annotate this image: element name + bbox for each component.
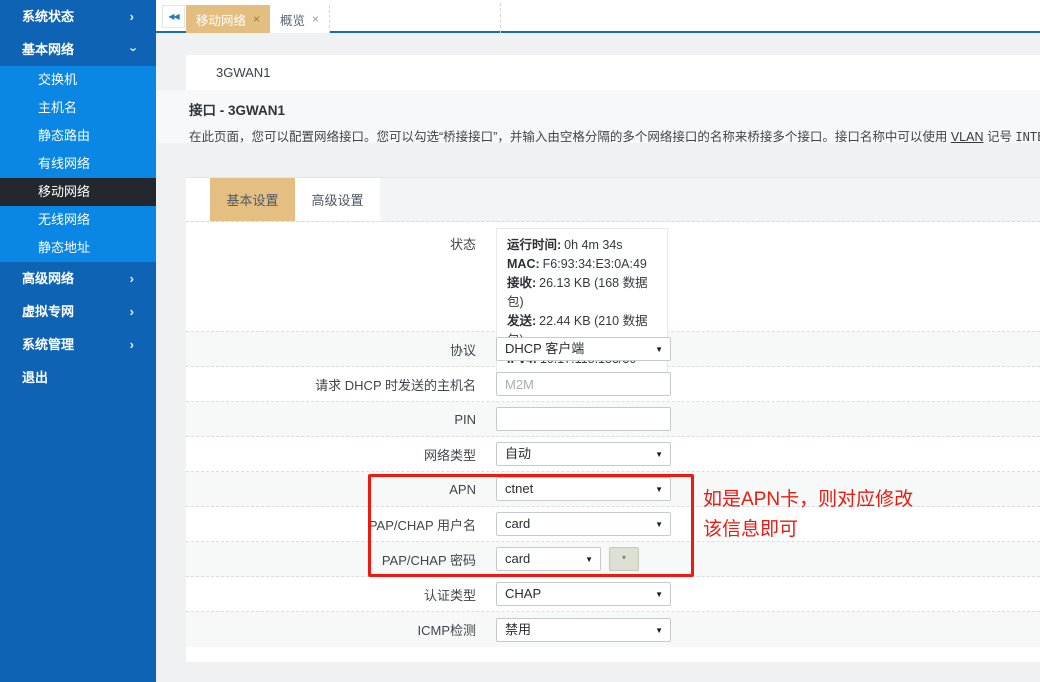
asterisk-icon: *: [622, 554, 626, 564]
status-row: 状态 运行时间:0h 4m 34s MAC:F6:93:34:E3:0A:49 …: [186, 222, 1040, 332]
main-area: ◀◀ 移动网络 × 概览 × 3GWAN1 接口 - 3GWAN1 在此页面，您…: [156, 0, 1040, 682]
status-line: 运行时间:0h 4m 34s: [507, 236, 657, 255]
sidebar-item-vpn[interactable]: 虚拟专网 ›: [0, 295, 156, 328]
chevron-down-icon: ▼: [655, 338, 663, 361]
collapse-tabs-button[interactable]: ◀◀: [162, 5, 185, 28]
field-label: 协议: [186, 340, 486, 359]
tab-mobile-network[interactable]: 移动网络 ×: [186, 5, 270, 33]
interface-description-block: 接口 - 3GWAN1 在此页面，您可以配置网络接口。您可以勾选“桥接接口”，并…: [156, 90, 1040, 143]
tab-label: 概览: [280, 10, 305, 29]
section-band-title: 3GWAN1: [216, 65, 270, 80]
sidebar-item-static-address[interactable]: 静态地址: [0, 234, 156, 262]
icmp-detect-row: ICMP检测 禁用 ▼: [186, 612, 1040, 647]
chevron-down-icon: ▼: [655, 619, 663, 642]
icmp-detect-select[interactable]: 禁用 ▼: [496, 618, 671, 642]
select-value: card: [505, 516, 530, 531]
chevron-right-icon: ›: [130, 328, 134, 361]
sidebar-submenu: 交换机 主机名 静态路由 有线网络 移动网络 无线网络 静态地址: [0, 66, 156, 262]
field-label: ICMP检测: [186, 620, 486, 639]
chevron-down-icon: ▼: [585, 548, 593, 571]
dhcp-hostname-row: 请求 DHCP 时发送的主机名: [186, 367, 1040, 402]
chevron-down-icon: ▼: [655, 583, 663, 606]
chevron-down-icon: ▼: [655, 478, 663, 501]
sidebar-item-system-management[interactable]: 系统管理 ›: [0, 328, 156, 361]
tab-label: 移动网络: [196, 10, 246, 29]
field-label: 认证类型: [186, 585, 486, 604]
collapse-icon: ◀◀: [168, 12, 178, 21]
sidebar-item-label: 基本网络: [22, 42, 74, 57]
chevron-right-icon: ›: [130, 295, 134, 328]
auth-type-row: 认证类型 CHAP ▼: [186, 577, 1040, 612]
dhcp-hostname-input[interactable]: [496, 372, 671, 396]
tab-basic-settings[interactable]: 基本设置: [210, 178, 295, 221]
sidebar-item-basic-network[interactable]: 基本网络 ›: [0, 33, 156, 66]
sidebar-item-switch[interactable]: 交换机: [0, 66, 156, 94]
field-label: 状态: [186, 222, 486, 253]
pap-chap-password-row: PAP/CHAP 密码 card ▼ *: [186, 542, 1040, 577]
tabstrip-lead: [186, 178, 210, 221]
vlan-link[interactable]: VLAN: [951, 130, 984, 144]
field-label: 网络类型: [186, 445, 486, 464]
apn-row: APN ctnet ▼: [186, 472, 1040, 507]
close-icon[interactable]: ×: [253, 12, 260, 26]
sidebar-item-label: 高级网络: [22, 271, 74, 286]
interface-code-text: INTERFACE.: [1015, 130, 1040, 144]
auth-type-select[interactable]: CHAP ▼: [496, 582, 671, 606]
settings-card: 基本设置 高级设置 状态 运行时间:0h 4m 34s MAC:F6:93:34…: [186, 177, 1040, 662]
select-value: card: [505, 551, 530, 566]
network-type-row: 网络类型 自动 ▼: [186, 437, 1040, 472]
chevron-right-icon: ›: [130, 262, 134, 295]
select-value: CHAP: [505, 586, 541, 601]
status-line: MAC:F6:93:34:E3:0A:49: [507, 255, 657, 274]
pap-chap-username-row: PAP/CHAP 用户名 card ▼: [186, 507, 1040, 542]
select-value: 禁用: [505, 622, 531, 637]
status-line: 接收:26.13 KB (168 数据包): [507, 274, 657, 312]
sidebar-item-system-status[interactable]: 系统状态 ›: [0, 0, 156, 33]
sidebar-item-wired-network[interactable]: 有线网络: [0, 150, 156, 178]
chevron-down-icon: ▼: [655, 513, 663, 536]
tab-overview[interactable]: 概览 ×: [270, 5, 330, 33]
description-text: 记号: [983, 130, 1015, 144]
description-text: 在此页面，您可以配置网络接口。您可以勾选“桥接接口”，并输入由空格分隔的多个网络…: [189, 130, 951, 144]
settings-tabstrip: 基本设置 高级设置: [186, 177, 1040, 222]
sidebar-item-logout[interactable]: 退出: [0, 361, 156, 394]
sidebar-item-label: 系统管理: [22, 337, 74, 352]
select-value: 自动: [505, 446, 531, 461]
tabbar-divider: [500, 3, 501, 33]
field-label: PAP/CHAP 用户名: [186, 515, 486, 534]
pin-input[interactable]: [496, 407, 671, 431]
chevron-down-icon: ›: [117, 47, 150, 51]
sidebar-item-hostname[interactable]: 主机名: [0, 94, 156, 122]
close-icon[interactable]: ×: [312, 12, 319, 26]
pap-chap-username-select[interactable]: card ▼: [496, 512, 671, 536]
sidebar-item-static-routes[interactable]: 静态路由: [0, 122, 156, 150]
document-tabbar: ◀◀ 移动网络 × 概览 ×: [156, 0, 1040, 33]
page-description: 在此页面，您可以配置网络接口。您可以勾选“桥接接口”，并输入由空格分隔的多个网络…: [189, 126, 1040, 145]
sidebar-item-wireless-network[interactable]: 无线网络: [0, 206, 156, 234]
pin-row: PIN: [186, 402, 1040, 437]
field-label: 请求 DHCP 时发送的主机名: [186, 375, 486, 394]
field-label: PIN: [186, 412, 486, 427]
page-title: 接口 - 3GWAN1: [189, 99, 1040, 119]
select-value: DHCP 客户端: [505, 341, 584, 356]
sidebar: 系统状态 › 基本网络 › 交换机 主机名 静态路由 有线网络 移动网络 无线网…: [0, 0, 156, 682]
sidebar-item-advanced-network[interactable]: 高级网络 ›: [0, 262, 156, 295]
tab-advanced-settings[interactable]: 高级设置: [295, 178, 380, 221]
select-value: ctnet: [505, 481, 533, 496]
reveal-password-button[interactable]: *: [609, 547, 639, 571]
field-label: PAP/CHAP 密码: [186, 550, 486, 569]
pap-chap-password-select[interactable]: card ▼: [496, 547, 601, 571]
content-area: 3GWAN1 接口 - 3GWAN1 在此页面，您可以配置网络接口。您可以勾选“…: [156, 35, 1040, 682]
section-band: 3GWAN1: [186, 55, 1040, 90]
apn-select[interactable]: ctnet ▼: [496, 477, 671, 501]
protocol-select[interactable]: DHCP 客户端 ▼: [496, 337, 671, 361]
sidebar-item-mobile-network[interactable]: 移动网络: [0, 178, 156, 206]
sidebar-item-label: 虚拟专网: [22, 304, 74, 319]
field-label: APN: [186, 482, 486, 497]
network-type-select[interactable]: 自动 ▼: [496, 442, 671, 466]
chevron-down-icon: ▼: [655, 443, 663, 466]
chevron-right-icon: ›: [130, 0, 134, 33]
sidebar-item-label: 系统状态: [22, 9, 74, 24]
